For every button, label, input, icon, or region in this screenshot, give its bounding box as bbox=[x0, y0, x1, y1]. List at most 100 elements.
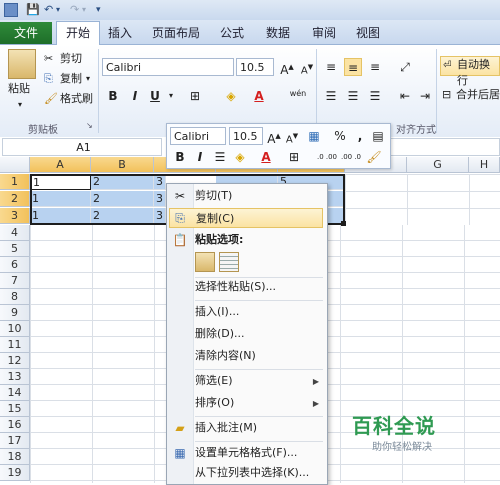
row-header[interactable]: 3 bbox=[0, 208, 30, 224]
align-center-icon[interactable]: ☰ bbox=[344, 87, 362, 105]
row-header[interactable]: 18 bbox=[0, 449, 30, 465]
shrink-font-icon[interactable]: A▼ bbox=[298, 58, 316, 76]
undo-icon[interactable]: ↶ bbox=[44, 3, 53, 17]
align-left-icon[interactable]: ☰ bbox=[322, 87, 340, 105]
tab-home[interactable]: 开始 bbox=[56, 21, 100, 46]
column-header[interactable]: B bbox=[91, 157, 154, 173]
row-header[interactable]: 9 bbox=[0, 305, 30, 321]
menu-item-paste-special[interactable]: 选择性粘贴(S)... bbox=[195, 277, 323, 297]
border-icon[interactable]: ⊞ bbox=[186, 87, 204, 105]
mini-font-select[interactable]: Calibri bbox=[170, 127, 226, 145]
grow-font-icon[interactable]: A▲ bbox=[265, 127, 283, 146]
grow-font-icon[interactable]: A▲ bbox=[278, 58, 296, 77]
paste-icon[interactable] bbox=[8, 49, 36, 79]
tab-insert[interactable]: 插入 bbox=[104, 22, 136, 44]
clipboard-launcher-icon[interactable]: ↘ bbox=[86, 121, 93, 130]
menu-item-copy[interactable]: 复制(C) bbox=[169, 208, 323, 228]
empty-cells[interactable] bbox=[345, 174, 500, 225]
undo-dropdown-icon[interactable]: ▾ bbox=[56, 3, 60, 17]
italic-button[interactable]: I bbox=[126, 87, 144, 105]
formula-input[interactable] bbox=[390, 138, 500, 156]
decrease-indent-icon[interactable]: ⇤ bbox=[396, 87, 414, 105]
bold-button[interactable]: B bbox=[104, 87, 122, 105]
menu-item-sort[interactable]: 排序(O) bbox=[195, 393, 323, 413]
row-header[interactable]: 19 bbox=[0, 465, 30, 481]
font-color-button[interactable]: A bbox=[250, 87, 268, 105]
row-header[interactable]: 2 bbox=[0, 191, 30, 207]
phonetic-guide-icon[interactable]: wén bbox=[286, 85, 310, 103]
paste-button[interactable]: 粘贴 bbox=[8, 81, 30, 97]
row-header[interactable]: 8 bbox=[0, 289, 30, 305]
copy-dropdown-icon[interactable]: ▾ bbox=[86, 71, 90, 87]
increase-decimal-button[interactable]: .0 .00 bbox=[315, 148, 339, 166]
font-size-select[interactable]: 10.5 bbox=[236, 58, 274, 76]
tab-file[interactable]: 文件 bbox=[0, 22, 52, 44]
mini-font-color-button[interactable]: A bbox=[257, 148, 275, 166]
mini-center-icon[interactable]: ☰ bbox=[211, 148, 229, 166]
paste-option-default-icon[interactable] bbox=[195, 252, 215, 272]
font-name-select[interactable]: Calibri bbox=[102, 58, 234, 76]
tab-view[interactable]: 视图 bbox=[352, 22, 384, 44]
copy-button[interactable]: 复制 bbox=[60, 71, 82, 87]
fill-color-icon[interactable]: ◈ bbox=[222, 87, 240, 105]
format-painter-button[interactable]: 格式刷 bbox=[60, 91, 93, 107]
column-header[interactable]: G bbox=[407, 157, 469, 173]
row-header[interactable]: 16 bbox=[0, 417, 30, 433]
menu-item-pick-from-list[interactable]: 从下拉列表中选择(K)... bbox=[195, 463, 323, 483]
customize-qa-icon[interactable]: ▾ bbox=[96, 3, 101, 17]
row-header[interactable]: 14 bbox=[0, 385, 30, 401]
paste-option-values-icon[interactable] bbox=[219, 252, 239, 272]
excel-app-icon[interactable] bbox=[4, 3, 18, 17]
tab-review[interactable]: 审阅 bbox=[308, 22, 340, 44]
cut-button[interactable]: 剪切 bbox=[60, 51, 82, 67]
align-bottom-icon[interactable]: ≡ bbox=[366, 58, 384, 76]
row-header[interactable]: 11 bbox=[0, 337, 30, 353]
menu-item-delete[interactable]: 删除(D)... bbox=[195, 324, 323, 344]
row-header[interactable]: 10 bbox=[0, 321, 30, 337]
redo-dropdown-icon[interactable]: ▾ bbox=[82, 3, 86, 17]
row-header[interactable]: 1 bbox=[0, 174, 30, 190]
percent-button[interactable]: % bbox=[331, 127, 349, 145]
tab-formulas[interactable]: 公式 bbox=[216, 22, 248, 44]
mini-fill-color-icon[interactable]: ◈ bbox=[231, 148, 249, 166]
row-header[interactable]: 15 bbox=[0, 401, 30, 417]
row-header[interactable]: 6 bbox=[0, 257, 30, 273]
mini-italic-button[interactable]: I bbox=[191, 148, 209, 166]
menu-item-cut[interactable]: 剪切(T) bbox=[195, 186, 323, 206]
orientation-icon[interactable]: ⤢ bbox=[396, 58, 414, 76]
row-header[interactable]: 5 bbox=[0, 241, 30, 257]
decrease-decimal-button[interactable]: .00 .0 bbox=[339, 148, 363, 166]
accounting-format-icon[interactable]: ▦ bbox=[305, 127, 323, 145]
row-header[interactable]: 4 bbox=[0, 225, 30, 241]
cut-icon[interactable]: ✂ bbox=[44, 51, 53, 67]
menu-item-filter[interactable]: 筛选(E) bbox=[195, 371, 323, 391]
copy-icon[interactable]: ⎘ bbox=[44, 71, 53, 87]
mini-size-select[interactable]: 10.5 bbox=[229, 127, 263, 145]
select-all-corner[interactable] bbox=[0, 157, 30, 173]
row-header[interactable]: 12 bbox=[0, 353, 30, 369]
mini-bold-button[interactable]: B bbox=[171, 148, 189, 166]
row-header[interactable]: 7 bbox=[0, 273, 30, 289]
shrink-font-icon[interactable]: A▼ bbox=[283, 127, 301, 145]
increase-indent-icon[interactable]: ⇥ bbox=[416, 87, 434, 105]
merge-center-button[interactable]: 合并后居 bbox=[456, 87, 500, 103]
tab-page-layout[interactable]: 页面布局 bbox=[148, 22, 204, 44]
menu-item-clear-contents[interactable]: 清除内容(N) bbox=[195, 346, 323, 366]
align-top-icon[interactable]: ≡ bbox=[322, 58, 340, 76]
menu-item-insert-comment[interactable]: 插入批注(M) bbox=[195, 418, 323, 438]
fill-handle[interactable] bbox=[341, 221, 346, 226]
row-header[interactable]: 17 bbox=[0, 433, 30, 449]
underline-dropdown-icon[interactable]: ▾ bbox=[162, 87, 180, 105]
align-right-icon[interactable]: ☰ bbox=[366, 87, 384, 105]
redo-icon[interactable]: ↷ bbox=[70, 3, 79, 17]
format-painter-icon[interactable]: 🖌 bbox=[44, 91, 58, 107]
paste-dropdown-icon[interactable]: ▾ bbox=[18, 97, 22, 113]
menu-item-insert[interactable]: 插入(I)... bbox=[195, 302, 323, 322]
column-header[interactable]: H bbox=[469, 157, 500, 173]
save-icon[interactable]: 💾 bbox=[26, 3, 40, 17]
align-middle-icon[interactable]: ≡ bbox=[344, 58, 362, 76]
mini-format-painter-icon[interactable]: 🖌 bbox=[365, 148, 383, 166]
comma-button[interactable]: , bbox=[351, 127, 369, 145]
format-table-icon[interactable]: ▤ bbox=[369, 127, 387, 145]
name-box[interactable]: A1 bbox=[2, 138, 162, 156]
